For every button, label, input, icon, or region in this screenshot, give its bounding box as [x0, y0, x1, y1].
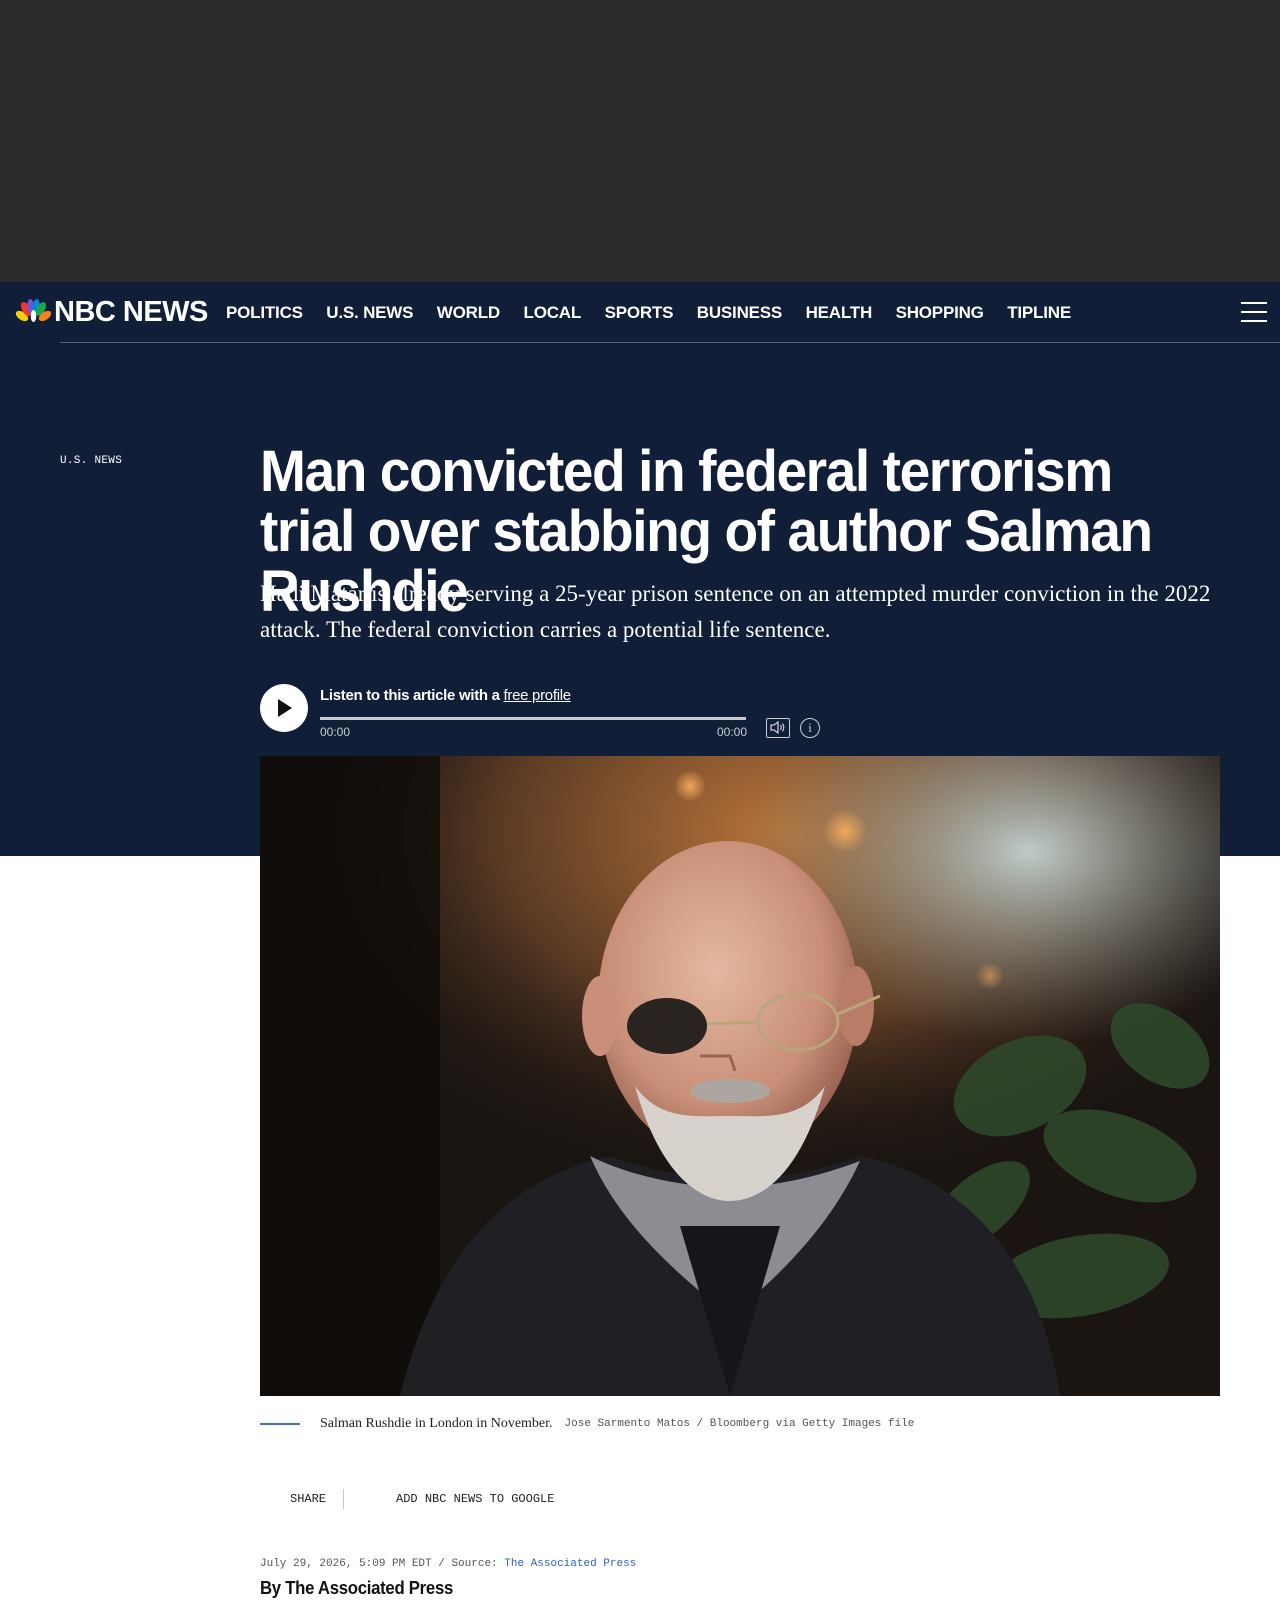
play-icon: [278, 699, 292, 717]
article-timestamp: July 29, 2026, 5:09 PM EDT / Source: The…: [260, 1558, 636, 1570]
audio-time-current: 00:00: [320, 725, 351, 739]
byline: By The Associated Press: [260, 1578, 454, 1598]
nav-item-politics[interactable]: POLITICS: [226, 303, 303, 323]
nbc-peacock-icon: [15, 299, 51, 322]
audio-label-prefix: Listen to this article with a: [320, 687, 504, 704]
caption-credit: Jose Sarmento Matos / Bloomberg via Gett…: [564, 1418, 915, 1430]
publish-date: July 29, 2026, 5:09 PM EDT: [260, 1558, 432, 1570]
source-link[interactable]: The Associated Press: [504, 1558, 636, 1570]
article-lead-image: [260, 756, 1220, 1396]
nav-item-local[interactable]: LOCAL: [524, 303, 582, 323]
audio-label: Listen to this article with a free profi…: [320, 687, 571, 704]
share-bar: SHARE ADD NBC NEWS TO GOOGLE: [290, 1488, 554, 1510]
free-profile-link[interactable]: free profile: [504, 687, 572, 704]
nav-item-world[interactable]: WORLD: [437, 303, 500, 323]
audio-progress-bar[interactable]: [320, 717, 746, 720]
section-label[interactable]: U.S. NEWS: [60, 455, 122, 467]
meta-separator: /: [431, 1558, 452, 1570]
article-dek: Hadi Matar is already serving a 25-year …: [260, 581, 1211, 642]
share-divider: [343, 1489, 345, 1509]
brand-name: NBC NEWS: [54, 295, 208, 328]
volume-icon[interactable]: [766, 718, 790, 738]
caption-text: Salman Rushdie in London in November.: [320, 1416, 553, 1431]
share-button[interactable]: SHARE: [290, 1492, 326, 1506]
nav-item-tipline[interactable]: TIPLINE: [1007, 303, 1071, 323]
audio-player: Listen to this article with a free profi…: [260, 684, 820, 744]
nbc-news-logo[interactable]: NBC NEWS: [15, 296, 208, 328]
top-navigation: NBC NEWS POLITICS U.S. NEWS WORLD LOCAL …: [0, 282, 1280, 344]
image-caption: Salman Rushdie in London in November. Jo…: [260, 1414, 1220, 1434]
nav-item-shopping[interactable]: SHOPPING: [896, 303, 984, 323]
nav-item-sports[interactable]: SPORTS: [605, 303, 674, 323]
info-icon[interactable]: i: [800, 718, 820, 738]
section-nav: POLITICS U.S. NEWS WORLD LOCAL SPORTS BU…: [226, 282, 1094, 344]
hamburger-menu-icon[interactable]: [1241, 300, 1267, 324]
ad-slot: [0, 0, 1280, 282]
audio-time-total: 00:00: [717, 725, 748, 739]
source-label: Source:: [451, 1558, 505, 1570]
play-button[interactable]: [260, 684, 308, 732]
nav-item-business[interactable]: BUSINESS: [697, 303, 783, 323]
caption-rule: [260, 1423, 300, 1425]
nav-item-us-news[interactable]: U.S. NEWS: [326, 303, 413, 323]
add-to-google-button[interactable]: ADD NBC NEWS TO GOOGLE: [396, 1492, 554, 1506]
nav-divider: [60, 342, 1280, 343]
nav-item-health[interactable]: HEALTH: [806, 303, 873, 323]
